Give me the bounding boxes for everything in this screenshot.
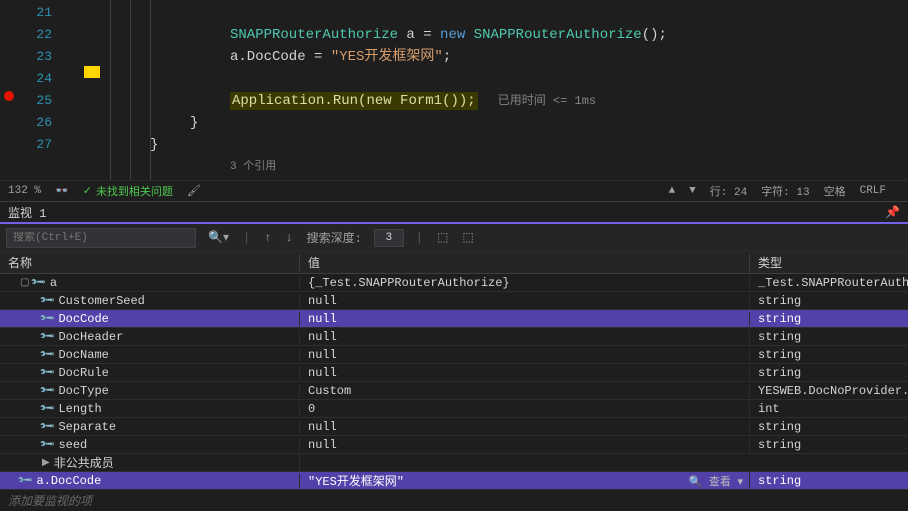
watch-name: seed <box>58 438 87 452</box>
references-hint[interactable]: 3 个引用 <box>100 156 908 178</box>
watch-name: a.DocCode <box>36 474 101 488</box>
watch-type: string <box>750 474 908 488</box>
marker-column <box>60 0 100 180</box>
watch-panel-header: 监视 1 📌 <box>0 202 908 224</box>
watch-name: DocHeader <box>58 330 123 344</box>
code-editor[interactable]: 21 22 23 24 25 26 27 SNAPPRouterAuthoriz… <box>0 0 908 180</box>
wrench-icon: 🔧 <box>40 382 57 399</box>
watch-value: Custom <box>300 384 750 398</box>
watch-type: string <box>750 420 908 434</box>
wrench-icon: 🔧 <box>40 292 57 309</box>
watch-type: int <box>750 402 908 416</box>
expand-icon[interactable]: ▢ <box>20 277 29 289</box>
watch-type: string <box>750 312 908 326</box>
header-type[interactable]: 类型 <box>750 254 908 271</box>
watch-name: Separate <box>58 420 116 434</box>
watch-toolbar: 🔍▾ | ↑ ↓ 搜索深度: | ⬚ ⬚ <box>0 224 908 252</box>
pin-icon[interactable]: 📌 <box>885 205 900 220</box>
watch-type: string <box>750 438 908 452</box>
nav-prev-icon[interactable]: ▲ <box>669 185 676 197</box>
watch-name: Length <box>58 402 101 416</box>
search-input-wrapper[interactable] <box>6 228 196 248</box>
watch-row[interactable]: 🔧DocHeader nullstring <box>0 328 908 346</box>
watch-type: YESWEB.DocNoProvider.... <box>750 384 908 398</box>
watch-row[interactable]: 🔧DocType CustomYESWEB.DocNoProvider.... <box>0 382 908 400</box>
watch-value: 0 <box>300 402 750 416</box>
watch-row[interactable]: 🔧DocRule nullstring <box>0 364 908 382</box>
watch-row[interactable]: 🔧DocName nullstring <box>0 346 908 364</box>
add-watch-item[interactable]: 添加要监视的项 <box>0 490 908 511</box>
line-ending[interactable]: CRLF <box>860 185 886 197</box>
watch-value: {_Test.SNAPPRouterAuthorize} <box>300 276 750 290</box>
wrench-icon: 🔧 <box>40 418 57 435</box>
watch-value: null <box>300 312 750 326</box>
line-number-gutter: 21 22 23 24 25 26 27 <box>0 0 60 180</box>
watch-type: string <box>750 366 908 380</box>
nav-up-icon[interactable]: ↑ <box>262 231 273 245</box>
indent-mode[interactable]: 空格 <box>824 183 846 199</box>
watch-value: "YES开发框架网"🔍 查看 ▾ <box>300 472 750 489</box>
watch-name: DocRule <box>58 366 108 380</box>
format-icon[interactable]: ⬚ <box>460 230 475 245</box>
watch-name: DocCode <box>58 312 108 326</box>
watch-type: _Test.SNAPPRouterAutho... <box>750 276 908 290</box>
watch-type: string <box>750 294 908 308</box>
zoom-level[interactable]: 132 % <box>8 185 41 197</box>
header-value[interactable]: 值 <box>300 254 750 271</box>
execution-pointer-icon <box>84 66 100 78</box>
watch-row[interactable]: ▶ 非公共成员 <box>0 454 908 472</box>
wrench-icon: 🔧 <box>40 364 57 381</box>
header-name[interactable]: 名称 <box>0 254 300 271</box>
watch-row[interactable]: 🔧DocCode nullstring <box>0 310 908 328</box>
execution-timing: 已用时间 <= 1ms <box>498 94 596 108</box>
wrench-icon: 🔧 <box>40 328 57 345</box>
wrench-icon: 🔧 <box>40 400 57 417</box>
depth-label: 搜索深度: <box>305 229 364 246</box>
watch-value: null <box>300 420 750 434</box>
code-area[interactable]: SNAPPRouterAuthorize a = new SNAPPRouter… <box>100 0 908 180</box>
brush-icon[interactable]: 🖌 <box>187 184 201 198</box>
watch-row[interactable]: 🔧Separate nullstring <box>0 418 908 436</box>
watch-value: null <box>300 294 750 308</box>
cursor-line[interactable]: 行: 24 <box>710 183 747 199</box>
wrench-icon: 🔧 <box>40 310 57 327</box>
watch-grid-body[interactable]: ▢🔧a{_Test.SNAPPRouterAuthorize}_Test.SNA… <box>0 274 908 490</box>
breakpoint-icon[interactable] <box>4 91 14 101</box>
watch-row[interactable]: 🔧a.DocCode "YES开发框架网"🔍 查看 ▾string <box>0 472 908 490</box>
watch-name: a <box>50 276 57 290</box>
watch-value: null <box>300 438 750 452</box>
watch-value: null <box>300 330 750 344</box>
watch-name: DocType <box>58 384 108 398</box>
wrench-icon: 🔧 <box>40 436 57 453</box>
search-input[interactable] <box>13 232 189 244</box>
wrench-icon: 🔧 <box>31 274 48 291</box>
watch-row[interactable]: ▢🔧a {_Test.SNAPPRouterAuthorize}_Test.SNA… <box>0 274 908 292</box>
depth-input[interactable] <box>374 229 404 247</box>
cursor-col[interactable]: 字符: 13 <box>761 183 809 199</box>
glasses-icon[interactable]: 👓 <box>55 184 69 198</box>
watch-row[interactable]: 🔧seed nullstring <box>0 436 908 454</box>
watch-name: DocName <box>58 348 108 362</box>
view-link[interactable]: 🔍 查看 ▾ <box>689 472 743 489</box>
watch-value: null <box>300 366 750 380</box>
search-icon[interactable]: 🔍▾ <box>206 230 231 245</box>
nav-down-icon[interactable]: ↓ <box>283 231 294 245</box>
expand-icon[interactable]: ▶ <box>42 457 50 469</box>
editor-status-bar: 132 % 👓 ✓ 未找到相关问题 🖌 ▲ ▼ 行: 24 字符: 13 空格 … <box>0 180 908 202</box>
wrench-icon: 🔧 <box>18 472 35 489</box>
watch-name: 非公共成员 <box>54 454 114 471</box>
no-issues-status[interactable]: ✓ 未找到相关问题 <box>83 183 173 199</box>
watch-row[interactable]: 🔧Length 0int <box>0 400 908 418</box>
watch-type: string <box>750 330 908 344</box>
watch-type: string <box>750 348 908 362</box>
wrench-icon: 🔧 <box>40 346 57 363</box>
filter-icon[interactable]: ⬚ <box>435 230 450 245</box>
watch-name: CustomerSeed <box>58 294 144 308</box>
watch-row[interactable]: 🔧CustomerSeed nullstring <box>0 292 908 310</box>
watch-panel-title: 监视 1 <box>8 204 46 221</box>
watch-grid-header: 名称 值 类型 <box>0 252 908 274</box>
watch-value: null <box>300 348 750 362</box>
nav-next-icon[interactable]: ▼ <box>689 185 696 197</box>
